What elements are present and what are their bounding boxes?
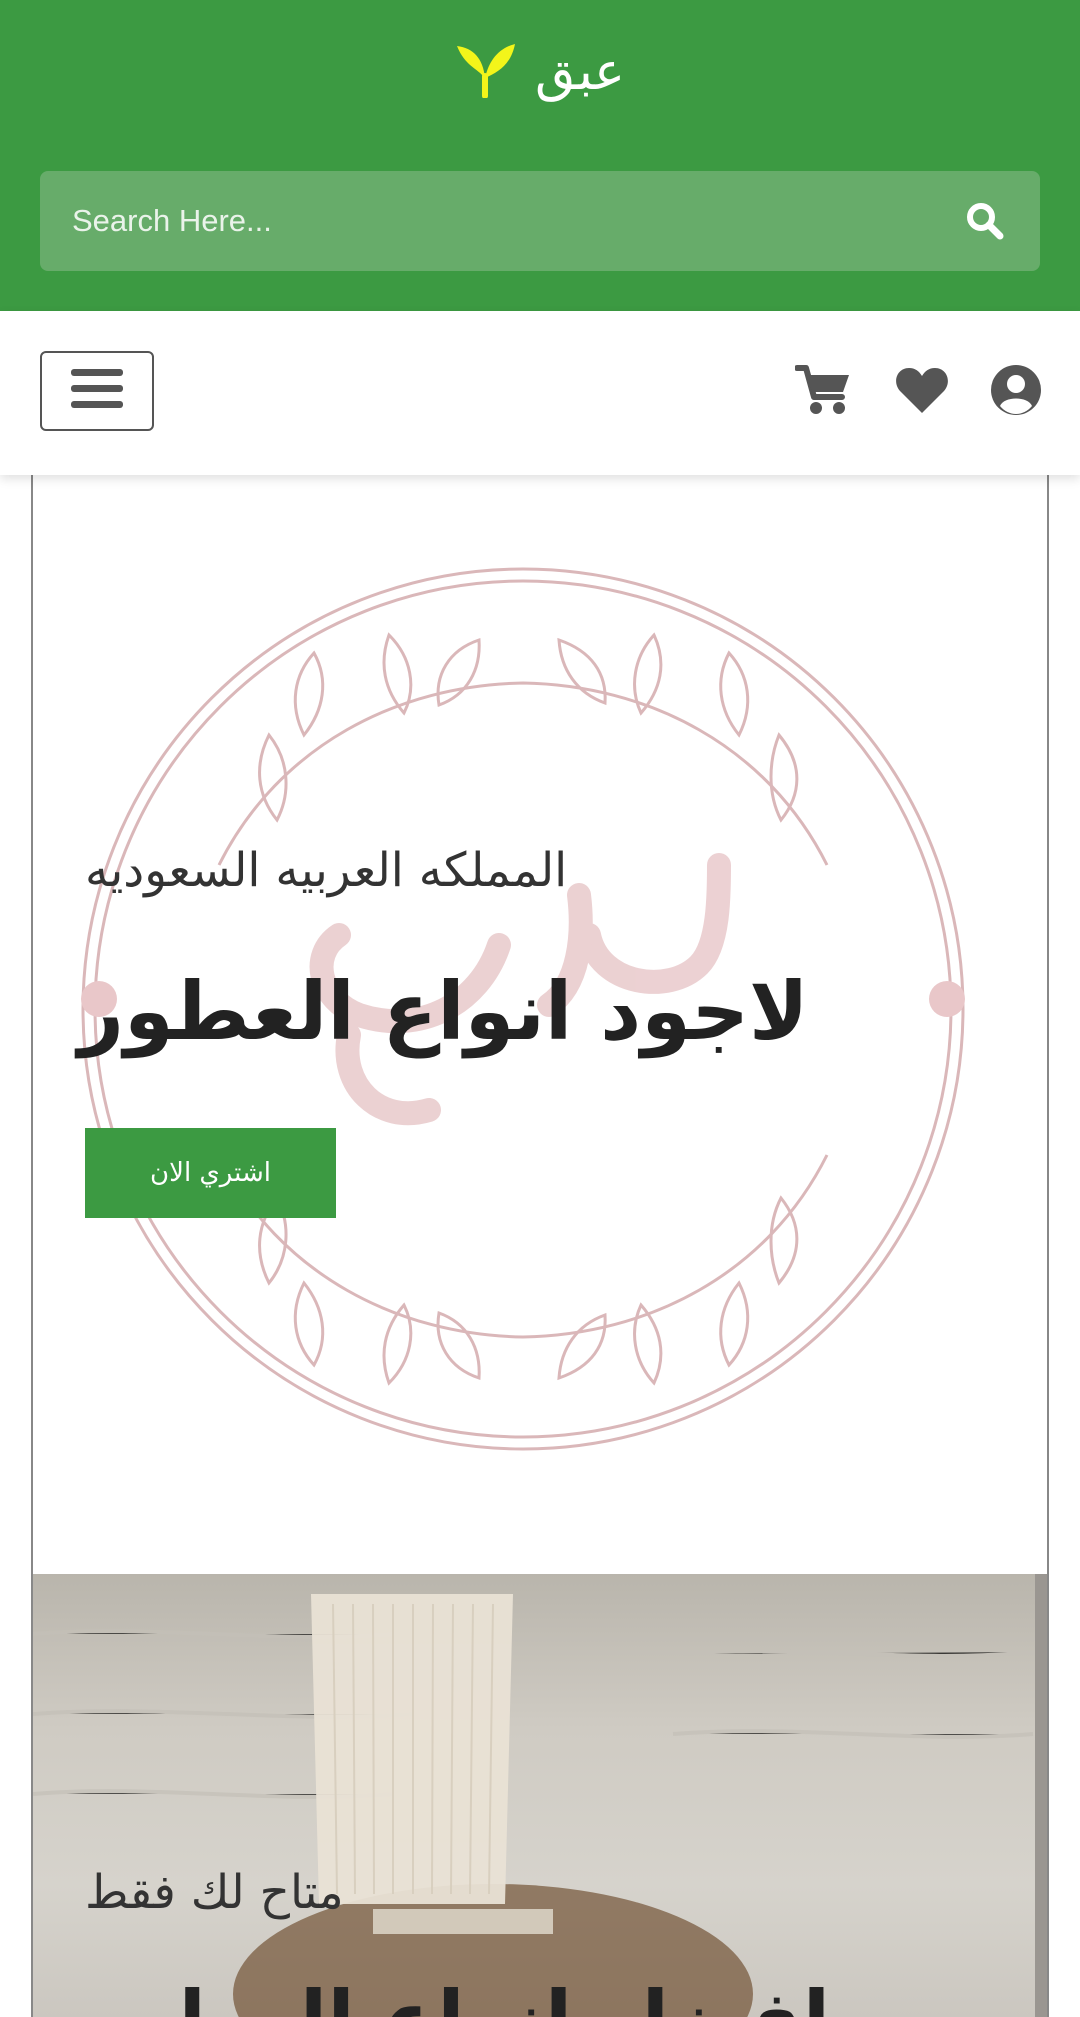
site-header: عبق bbox=[0, 0, 1080, 311]
slide-1-title: لاجود انواع العطور bbox=[78, 965, 809, 1058]
slide-2-edge bbox=[1035, 1574, 1047, 2017]
perfume-bottle-image bbox=[33, 1594, 1034, 2017]
menu-icon bbox=[69, 365, 125, 417]
slide-2-subtitle: متاح لك فقط bbox=[85, 1865, 344, 1920]
slide-2: متاح لك فقط افضل انواع العطور bbox=[33, 1574, 1047, 2017]
cart-icon[interactable] bbox=[795, 362, 851, 418]
search-icon[interactable] bbox=[960, 196, 1010, 246]
logo[interactable]: عبق bbox=[0, 36, 1080, 108]
search-bar bbox=[40, 171, 1040, 271]
menu-button[interactable] bbox=[40, 351, 154, 431]
slide-2-title: افضل انواع العطور bbox=[78, 1974, 830, 2017]
buy-now-button[interactable]: اشتري الان bbox=[85, 1128, 336, 1218]
navbar bbox=[0, 311, 1080, 475]
heart-icon[interactable] bbox=[894, 362, 950, 418]
user-icon[interactable] bbox=[988, 362, 1044, 418]
slide-1-subtitle: المملكه العربيه السعوديه bbox=[85, 843, 568, 898]
search-input[interactable] bbox=[70, 202, 960, 240]
logo-text: عبق bbox=[534, 42, 626, 102]
sprout-icon bbox=[455, 42, 517, 102]
hero-slider: المملكه العربيه السعوديه لاجود انواع الع… bbox=[31, 475, 1049, 2017]
slide-1: المملكه العربيه السعوديه لاجود انواع الع… bbox=[33, 475, 1047, 1574]
